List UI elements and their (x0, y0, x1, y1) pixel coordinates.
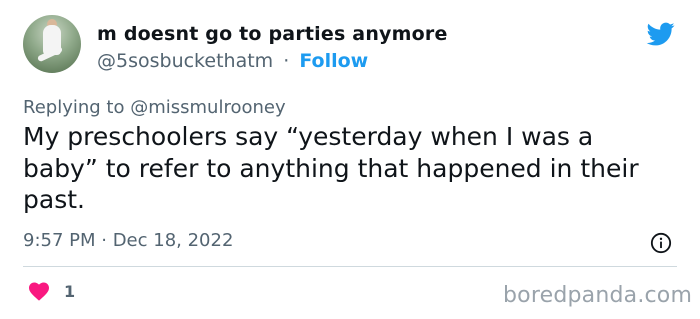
user-handle[interactable]: @5sosbuckethatm (97, 50, 273, 72)
heart-icon[interactable] (28, 281, 50, 301)
twitter-bird-icon[interactable] (645, 20, 677, 48)
tweet-card: m doesnt go to parties anymore @5sosbuck… (0, 0, 700, 319)
divider (23, 266, 677, 267)
avatar[interactable] (23, 15, 81, 73)
replying-to: Replying to @missmulrooney (23, 97, 286, 118)
replying-to-label: Replying to (23, 97, 125, 118)
watermark: boredpanda.com (503, 283, 693, 308)
reply-mention-link[interactable]: @missmulrooney (130, 97, 285, 118)
tweet-timestamp[interactable]: 9:57 PM · Dec 18, 2022 (23, 230, 233, 251)
tweet-text: My preschoolers say “yesterday when I wa… (23, 122, 639, 214)
follow-button[interactable]: Follow (299, 50, 368, 72)
info-icon[interactable] (650, 232, 672, 254)
handle-line: @5sosbuckethatm · Follow (97, 50, 368, 72)
display-name[interactable]: m doesnt go to parties anymore (97, 23, 448, 45)
separator-dot: · (283, 50, 290, 72)
like-count: 1 (64, 282, 76, 301)
